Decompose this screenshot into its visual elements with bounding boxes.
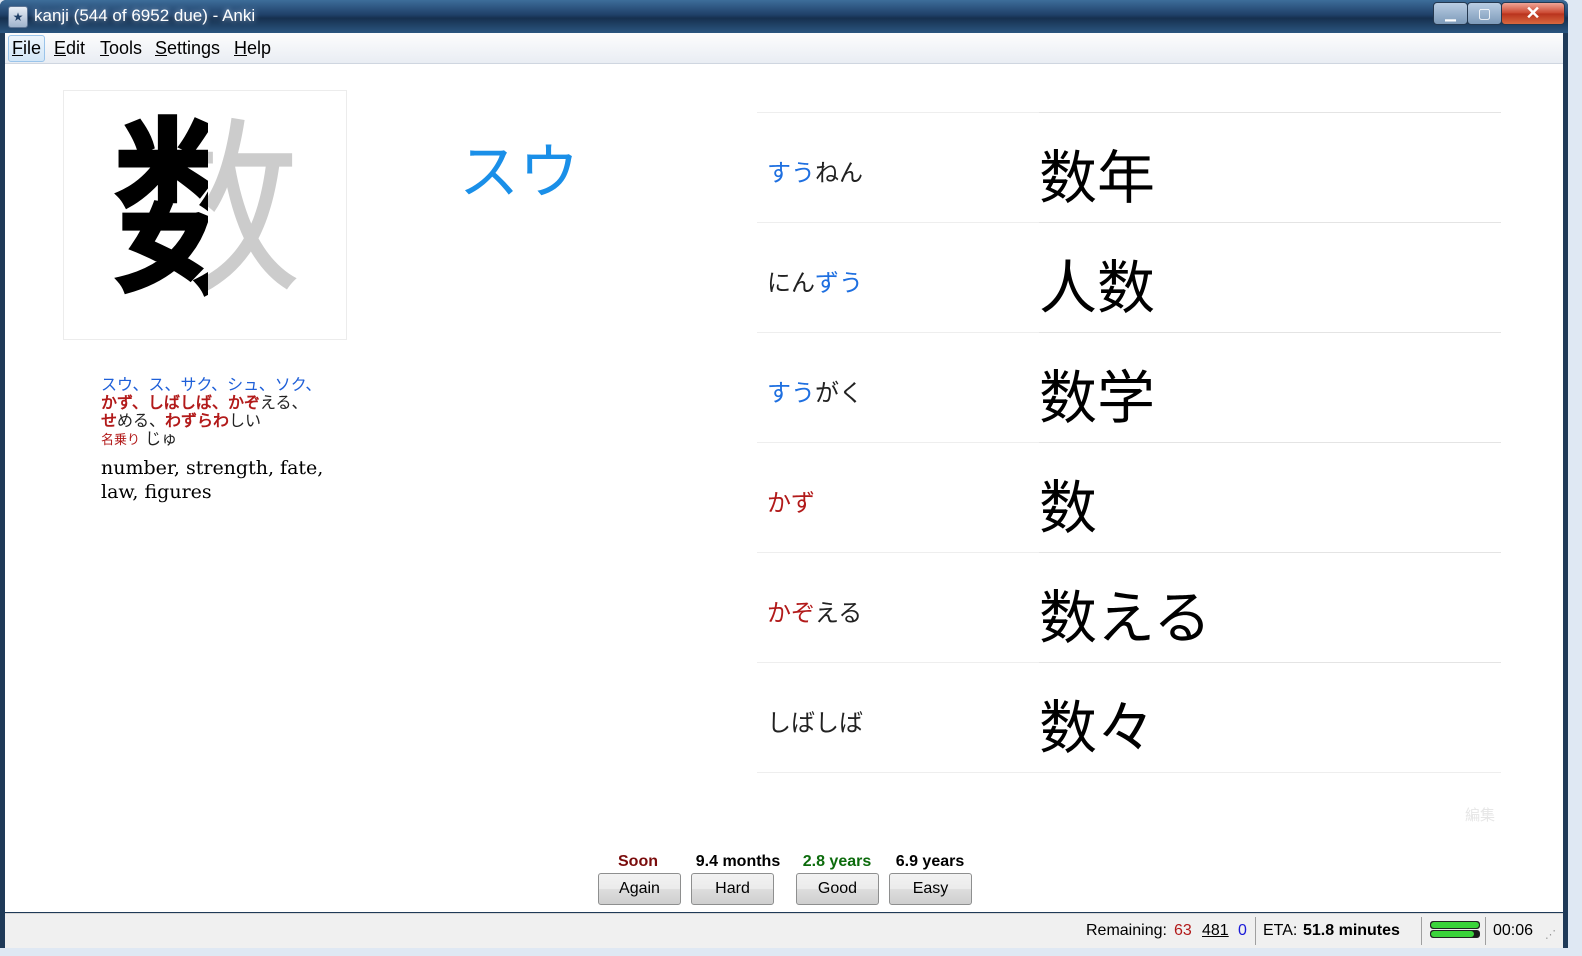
remaining-learn-count: 0 — [1238, 922, 1247, 939]
session-progress-bars — [1430, 921, 1480, 939]
remaining-review-count: 481 — [1202, 922, 1229, 939]
ease-label-easy: 6.9 years — [895, 853, 965, 870]
kanji-stroke-image: 数 数 — [63, 90, 347, 340]
target-reading: スウ — [459, 138, 579, 208]
again-button[interactable]: Again — [598, 873, 681, 905]
kun-readings-line-2: せめる、わずらわしい — [101, 411, 262, 430]
hard-button[interactable]: Hard — [691, 873, 774, 905]
vocab-word: 数年 — [1039, 112, 1501, 215]
kanji-glyph-stroke-progress: 数 — [112, 101, 208, 321]
anki-app-icon[interactable]: ★ — [8, 6, 28, 28]
vocab-word: 数学 — [1039, 332, 1501, 435]
vocab-word: 数々 — [1039, 662, 1501, 765]
easy-button[interactable]: Easy — [889, 873, 972, 905]
vocab-row: かぞえる 数える — [757, 552, 1501, 662]
anki-window: ★ kanji (544 of 6952 due) - Anki ▁ ▢ ✕ F… — [0, 0, 1568, 948]
menu-edit[interactable]: Edit — [51, 37, 88, 60]
eta-label: ETA: — [1263, 922, 1298, 939]
vocab-word: 数 — [1039, 442, 1501, 545]
kanji-meaning: number, strength, fate, law, figures — [101, 457, 324, 503]
progress-fill-top — [1431, 922, 1479, 928]
nanori-readings: 名乗り じゅ — [101, 429, 178, 449]
vocab-reading: かぞえる — [767, 599, 863, 627]
vocab-row: にんずう 人数 — [757, 222, 1501, 332]
remaining-label: Remaining: — [1086, 922, 1167, 939]
menu-bar: File Edit Tools Settings Help — [5, 33, 1563, 64]
vocab-reading: にんずう — [767, 269, 863, 297]
kanji-readings: スウ、ス、サク、シュ、ソク、 かず、しばしば、かぞえる、 せめる、わずらわしい … — [101, 376, 321, 450]
status-bar: Remaining: 63 481 0 ETA: 51.8 minutes 00… — [5, 913, 1563, 948]
menu-file[interactable]: File — [8, 35, 46, 62]
remaining-new-count: 63 — [1174, 922, 1192, 939]
title-bar[interactable]: ★ kanji (544 of 6952 due) - Anki ▁ ▢ ✕ — [0, 0, 1568, 33]
vocab-reading: すうねん — [767, 159, 863, 187]
vocab-reading: しばしば — [767, 709, 863, 737]
on-readings: スウ、ス、サク、シュ、ソク、 — [101, 375, 322, 394]
session-timer: 00:06 — [1493, 922, 1534, 939]
close-button[interactable]: ✕ — [1501, 2, 1565, 25]
menu-help[interactable]: Help — [231, 37, 274, 60]
ease-label-hard: 9.4 months — [695, 853, 781, 870]
vocab-reading: かず — [767, 489, 815, 517]
card-view: 数 数 スウ、ス、サク、シュ、ソク、 かず、しばしば、かぞえる、 せめる、わずら… — [5, 64, 1563, 912]
menu-tools[interactable]: Tools — [97, 37, 145, 60]
ease-label-again: Soon — [618, 853, 658, 870]
edit-link[interactable]: 編集 — [1465, 804, 1495, 825]
good-button[interactable]: Good — [796, 873, 879, 905]
resize-grip-icon[interactable]: ⋰ — [1545, 928, 1556, 941]
vocab-list: すうねん 数年にんずう 人数すうがく 数学かず 数かぞえる 数えるしばしば 数々 — [757, 112, 1501, 773]
vocab-row: すうねん 数年 — [757, 112, 1501, 222]
vocab-row: すうがく 数学 — [757, 332, 1501, 442]
vocab-row: かず 数 — [757, 442, 1501, 552]
progress-fill-bottom — [1431, 931, 1475, 937]
kun-readings-line-1: かず、しばしば、かぞえる、 — [101, 393, 308, 412]
vocab-row: しばしば 数々 — [757, 662, 1501, 773]
maximize-button[interactable]: ▢ — [1467, 2, 1502, 25]
vocab-word: 数える — [1039, 552, 1501, 655]
eta-value: 51.8 minutes — [1303, 922, 1400, 939]
vocab-word: 人数 — [1039, 222, 1501, 325]
minimize-button[interactable]: ▁ — [1433, 2, 1468, 25]
menu-settings[interactable]: Settings — [152, 37, 223, 60]
window-title: kanji (544 of 6952 due) - Anki — [34, 6, 256, 25]
ease-label-good: 2.8 years — [802, 853, 872, 870]
vocab-reading: すうがく — [767, 379, 863, 407]
